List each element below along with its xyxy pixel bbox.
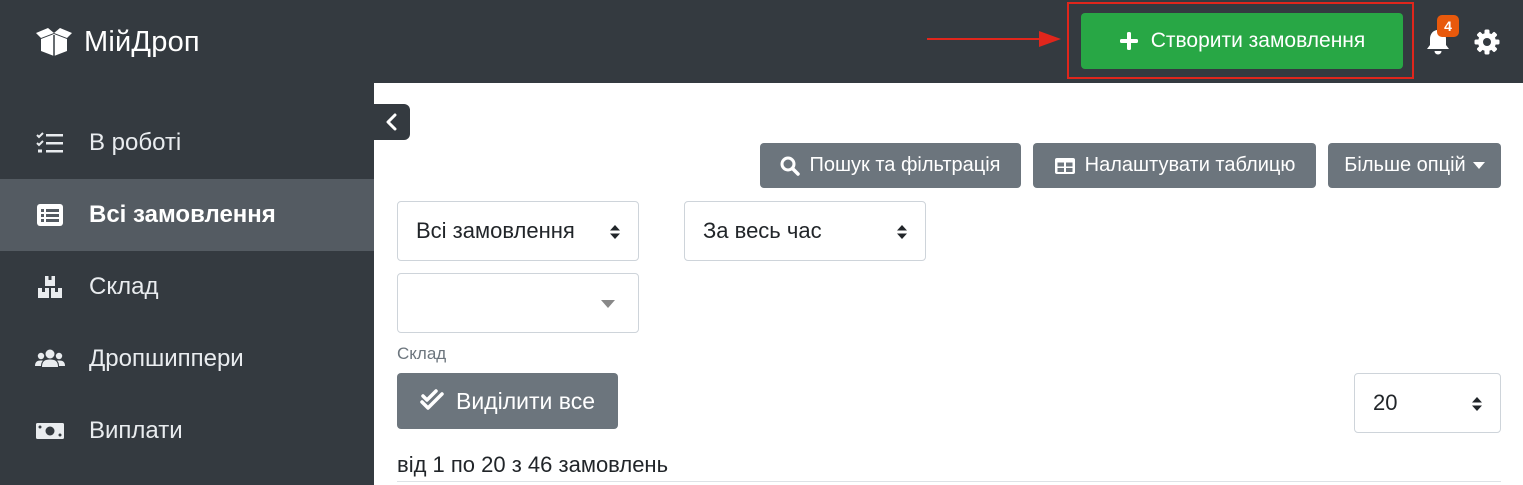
sidebar-item-all-orders[interactable]: Всі замовлення	[0, 179, 374, 251]
order-type-value: Всі замовлення	[416, 218, 575, 243]
search-filter-button[interactable]: Пошук та фільтрація	[760, 143, 1021, 188]
warehouse-select[interactable]	[397, 273, 639, 333]
caret-down-icon	[1472, 162, 1485, 169]
page-size-value: 20	[1373, 390, 1398, 415]
configure-table-label: Налаштувати таблицю	[1084, 154, 1296, 176]
sidebar-item-label: Виплати	[89, 417, 183, 444]
chevron-left-icon	[386, 113, 397, 131]
boxes-icon	[38, 276, 62, 298]
top-navbar: МійДроп Створити замовлення 4	[0, 0, 1523, 83]
page-size-select[interactable]: 20	[1354, 373, 1501, 433]
sort-arrows-icon	[1472, 397, 1482, 411]
order-type-select[interactable]: Всі замовлення	[397, 201, 639, 261]
app-root: МійДроп Створити замовлення 4 В роботі В…	[0, 0, 1523, 485]
pagination-info: від 1 по 20 з 46 замовлень	[397, 452, 669, 477]
configure-table-button[interactable]: Налаштувати таблицю	[1033, 143, 1316, 188]
users-icon	[35, 349, 65, 367]
plus-icon	[1119, 32, 1138, 50]
create-order-button[interactable]: Створити замовлення	[1081, 13, 1403, 69]
tasks-icon	[36, 132, 63, 153]
sidebar: В роботі Всі замовлення Склад Дропшиппер…	[0, 83, 374, 485]
sidebar-item-label: Дропшиппери	[89, 345, 244, 372]
sidebar-item-in-progress[interactable]: В роботі	[0, 107, 374, 179]
table-icon	[1054, 157, 1075, 174]
sort-arrows-icon	[897, 225, 907, 239]
select-all-button[interactable]: Виділити все	[397, 373, 618, 429]
list-alt-icon	[37, 204, 63, 226]
search-icon	[780, 156, 801, 176]
gear-icon[interactable]	[1474, 29, 1500, 55]
annotation-arrow	[927, 31, 1061, 47]
brand[interactable]: МійДроп	[34, 22, 200, 62]
period-select[interactable]: За весь час	[684, 201, 926, 261]
check-double-icon	[420, 389, 444, 410]
more-options-button[interactable]: Більше опцій	[1328, 143, 1501, 188]
sidebar-item-payouts[interactable]: Виплати	[0, 395, 374, 467]
create-order-label: Створити замовлення	[1150, 29, 1366, 52]
table-divider	[397, 481, 1501, 482]
sidebar-collapse-button[interactable]	[374, 104, 410, 140]
sidebar-item-label: Склад	[89, 273, 159, 300]
sidebar-item-label: Всі замовлення	[89, 201, 276, 228]
sidebar-item-warehouse[interactable]: Склад	[0, 251, 374, 323]
select-all-label: Виділити все	[455, 387, 595, 414]
sidebar-item-label: В роботі	[89, 129, 182, 156]
more-options-label: Більше опцій	[1344, 154, 1466, 176]
notifications-badge: 4	[1437, 15, 1459, 37]
box-open-icon	[36, 28, 72, 56]
caret-down-icon	[601, 300, 615, 308]
period-value: За весь час	[703, 218, 822, 243]
sidebar-item-dropshippers[interactable]: Дропшиппери	[0, 323, 374, 395]
warehouse-label: Склад	[397, 344, 447, 363]
money-bill-icon	[36, 423, 64, 439]
search-filter-label: Пошук та фільтрація	[809, 154, 1001, 176]
brand-name: МійДроп	[84, 25, 200, 58]
sort-arrows-icon	[610, 225, 620, 239]
